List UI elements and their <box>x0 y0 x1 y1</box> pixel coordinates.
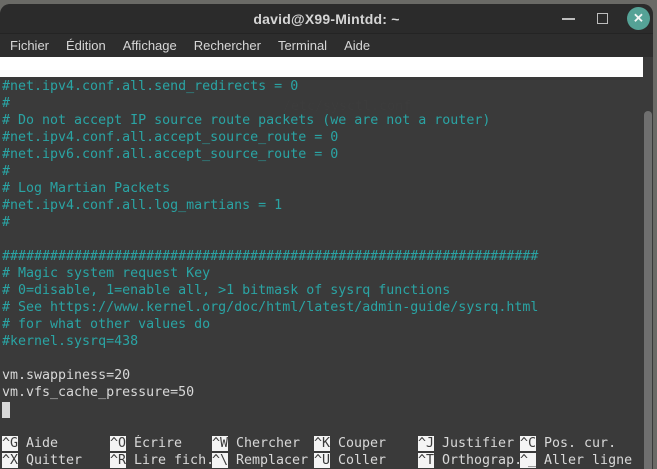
shortcut-label: Aide <box>18 436 58 451</box>
editor-line: # <box>2 163 643 180</box>
shortcut-key: ^O <box>110 436 126 451</box>
shortcut-justifier: ^J Justifier <box>418 435 520 452</box>
editor-line: #net.ipv4.conf.all.accept_source_route =… <box>2 129 643 146</box>
editor-line: # for what other values do <box>2 316 643 333</box>
menu-item-terminal[interactable]: Terminal <box>278 38 327 53</box>
titlebar[interactable]: david@X99-Mintdd: ~ ✕ <box>0 4 653 33</box>
shortcut-label: Coller <box>330 453 386 468</box>
shortcut-orthograp: ^T Orthograp. <box>418 452 520 469</box>
shortcut-label: Écrire <box>126 436 182 451</box>
nano-header: GNU nano 4.8 /etc/sysctl.conf <box>0 57 643 77</box>
window-title: david@X99-Mintdd: ~ <box>253 11 399 27</box>
shortcut-key: ^X <box>2 453 18 468</box>
editor-line <box>2 231 643 248</box>
editor-line: #net.ipv4.conf.all.log_martians = 1 <box>2 197 643 214</box>
shortcut-poscur: ^C Pos. cur. <box>520 435 647 452</box>
shortcut-key: ^\ <box>212 453 228 468</box>
shortcut-row: ^X Quitter^R Lire fich.^\ Remplacer^U Co… <box>2 452 647 469</box>
text-cursor <box>2 403 10 418</box>
editor-line: vm.swappiness=20 <box>2 367 643 384</box>
menu-item-fichier[interactable]: Fichier <box>10 38 49 53</box>
shortcut-key: ^K <box>314 436 330 451</box>
shortcut-rows: ^G Aide^O Écrire^W Chercher^K Couper^J J… <box>2 435 647 469</box>
shortcut-label: Couper <box>330 436 386 451</box>
terminal-content[interactable]: GNU nano 4.8 /etc/sysctl.conf #net.ipv4.… <box>0 57 653 469</box>
editor-area[interactable]: #net.ipv4.conf.all.send_redirects = 0## … <box>0 77 653 469</box>
shortcut-label: Lire fich. <box>126 453 212 468</box>
shortcut-couper: ^K Couper <box>314 435 418 452</box>
editor-line: # 0=disable, 1=enable all, >1 bitmask of… <box>2 282 643 299</box>
shortcut-remplacer: ^\ Remplacer <box>212 452 314 469</box>
editor-line: # Do not accept IP source route packets … <box>2 112 643 129</box>
menubar: Fichier Édition Affichage Rechercher Termina… <box>0 33 653 57</box>
shortcut-key: ^G <box>2 436 18 451</box>
shortcut-label: Quitter <box>18 453 82 468</box>
shortcut-label: Justifier <box>434 436 514 451</box>
shortcut-key: ^J <box>418 436 434 451</box>
window-controls: ✕ <box>562 4 653 33</box>
shortcut-key: ^_ <box>520 453 536 468</box>
menu-item-rechercher[interactable]: Rechercher <box>194 38 261 53</box>
shortcut-label: Chercher <box>228 436 300 451</box>
editor-lines: #net.ipv4.conf.all.send_redirects = 0## … <box>2 78 643 423</box>
editor-line: # Magic system request Key <box>2 265 643 282</box>
editor-line <box>2 402 10 417</box>
shortcut-key: ^R <box>110 453 126 468</box>
close-button[interactable]: ✕ <box>627 7 650 30</box>
editor-line: #kernel.sysrq=438 <box>2 333 643 350</box>
shortcut-label: Orthograp. <box>434 453 520 468</box>
shortcut-crire: ^O Écrire <box>110 435 212 452</box>
shortcut-allerligne: ^_ Aller ligne <box>520 452 647 469</box>
shortcut-coller: ^U Coller <box>314 452 418 469</box>
terminal-window: david@X99-Mintdd: ~ ✕ Fichier Édition Affi… <box>0 4 653 469</box>
editor-line <box>2 350 643 367</box>
shortcut-label: Aller ligne <box>536 453 632 468</box>
shortcut-key: ^W <box>212 436 228 451</box>
shortcut-chercher: ^W Chercher <box>212 435 314 452</box>
maximize-button[interactable] <box>597 13 608 24</box>
editor-line: # <box>2 95 643 112</box>
editor-line: #net.ipv6.conf.all.accept_source_route =… <box>2 146 643 163</box>
shortcut-key: ^U <box>314 453 330 468</box>
shortcut-key: ^C <box>520 436 536 451</box>
menu-item-dition[interactable]: Édition <box>66 38 106 53</box>
menu-item-aide[interactable]: Aide <box>344 38 370 53</box>
shortcut-lirefich: ^R Lire fich. <box>110 452 212 469</box>
scrollbar[interactable] <box>644 111 652 469</box>
shortcut-quitter: ^X Quitter <box>2 452 110 469</box>
editor-line: vm.vfs_cache_pressure=50 <box>2 384 643 401</box>
editor-line: # Log Martian Packets <box>2 180 643 197</box>
shortcut-label: Remplacer <box>228 453 308 468</box>
shortcut-key: ^T <box>418 453 434 468</box>
editor-line: ########################################… <box>2 248 643 265</box>
shortcut-label: Pos. cur. <box>536 436 616 451</box>
minimize-button[interactable] <box>562 18 575 20</box>
shortcut-aide: ^G Aide <box>2 435 110 452</box>
editor-line: #net.ipv4.conf.all.send_redirects = 0 <box>2 78 643 95</box>
close-icon: ✕ <box>633 12 644 25</box>
editor-line: # See https://www.kernel.org/doc/html/la… <box>2 299 643 316</box>
menu-item-affichage[interactable]: Affichage <box>123 38 177 53</box>
editor-line: # <box>2 214 643 231</box>
shortcut-row: ^G Aide^O Écrire^W Chercher^K Couper^J J… <box>2 435 647 452</box>
